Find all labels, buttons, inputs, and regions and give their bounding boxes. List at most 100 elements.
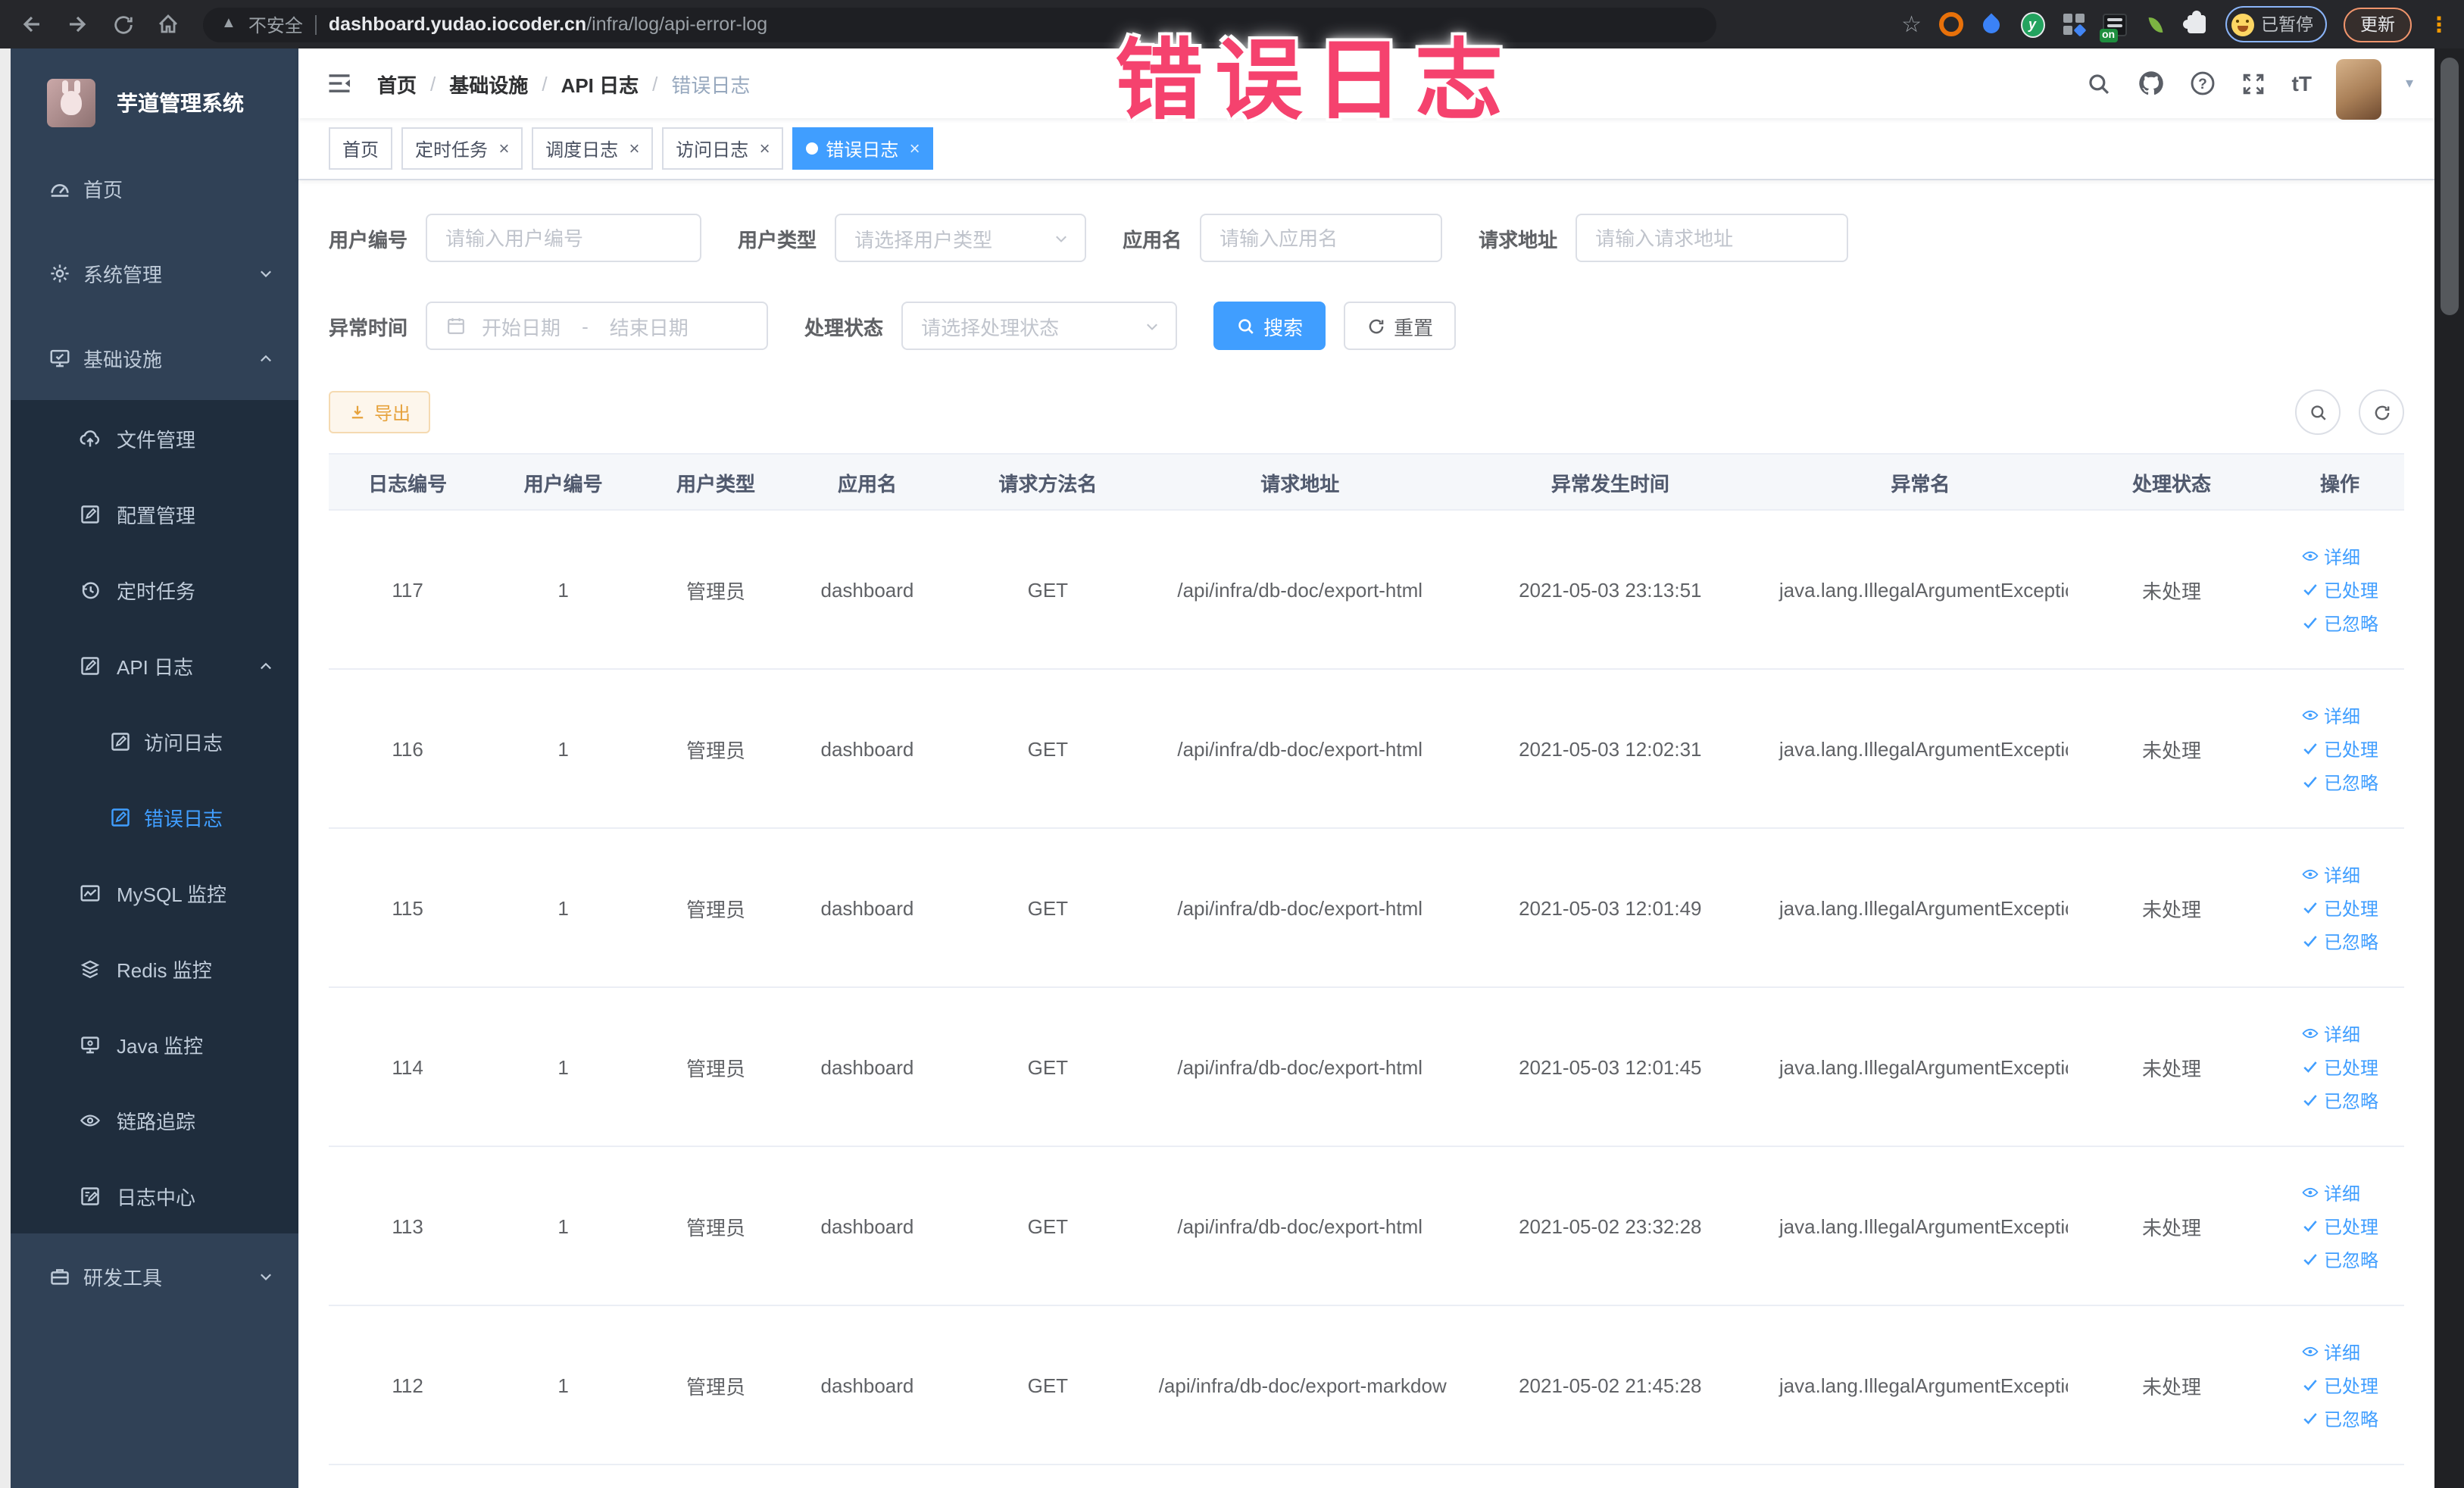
view-tab[interactable]: 首页 xyxy=(329,127,393,170)
search-button[interactable]: 搜索 xyxy=(1213,302,1326,350)
history-clock-icon xyxy=(77,577,101,602)
browser-menu-icon[interactable]: ⋮ xyxy=(2428,14,2450,35)
scrollbar-thumb[interactable] xyxy=(2441,58,2459,315)
page-url[interactable]: dashboard.yudao.iocoder.cn/infra/log/api… xyxy=(329,14,767,35)
error-log-table: 日志编号 用户编号 用户类型 应用名 请求方法名 请求地址 异常发生时间 异常名… xyxy=(329,453,2404,1465)
detail-link[interactable]: 详细 xyxy=(2301,702,2360,728)
detail-link[interactable]: 详细 xyxy=(2301,861,2360,887)
breadcrumb-home[interactable]: 首页 xyxy=(377,69,417,98)
url-path: /infra/log/api-error-log xyxy=(586,14,768,35)
detail-link[interactable]: 详细 xyxy=(2301,1021,2360,1046)
mark-processed-link[interactable]: 已处理 xyxy=(2301,1213,2378,1239)
sidebar-item-trace[interactable]: 链路追踪 xyxy=(11,1082,298,1158)
sidebar-item-infra[interactable]: 基础设施 xyxy=(11,315,298,400)
sidebar-item-scheduled-jobs[interactable]: 定时任务 xyxy=(11,552,298,627)
sidebar-item-home[interactable]: 首页 xyxy=(11,145,298,230)
extension-switch-icon[interactable]: on xyxy=(2099,12,2126,42)
extension-orange-ring-icon[interactable] xyxy=(1938,12,1963,36)
cell-time: 2021-05-02 23:32:28 xyxy=(1447,1146,1773,1306)
sidebar-item-access-log[interactable]: 访问日志 xyxy=(11,703,298,779)
browser-back-button[interactable] xyxy=(12,5,52,44)
detail-link[interactable]: 详细 xyxy=(2301,1339,2360,1365)
browser-forward-button[interactable] xyxy=(58,5,97,44)
mark-ignored-link[interactable]: 已忽略 xyxy=(2301,1246,2378,1272)
mark-ignored-link[interactable]: 已忽略 xyxy=(2301,610,2378,636)
security-label[interactable]: 不安全 xyxy=(248,11,303,37)
user-avatar[interactable] xyxy=(2335,59,2381,120)
view-tab[interactable]: 错误日志 × xyxy=(792,127,934,170)
reset-button[interactable]: 重置 xyxy=(1344,302,1457,350)
view-tab[interactable]: 访问日志 × xyxy=(662,127,784,170)
process-status-select[interactable]: 请选择处理状态 xyxy=(901,302,1178,350)
detail-link[interactable]: 详细 xyxy=(2301,543,2360,569)
browser-home-button[interactable] xyxy=(148,5,188,44)
detail-link[interactable]: 详细 xyxy=(2301,1180,2360,1205)
font-size-icon[interactable]: tT xyxy=(2292,71,2312,95)
check-icon xyxy=(2303,617,2317,629)
fullscreen-icon[interactable] xyxy=(2241,70,2268,97)
mark-ignored-link[interactable]: 已忽略 xyxy=(2301,769,2378,795)
filter-row-2: 异常时间 开始日期 - 结束日期 处理状态 请选择处理状态 搜索 重置 xyxy=(329,302,2404,350)
mark-processed-link[interactable]: 已处理 xyxy=(2301,736,2378,761)
browser-scrollbar[interactable] xyxy=(2434,48,2464,1488)
browser-reload-button[interactable] xyxy=(103,5,142,44)
header-search-icon[interactable] xyxy=(2086,70,2113,97)
check-icon xyxy=(2303,1380,2317,1391)
extension-blue-drop-icon[interactable] xyxy=(1979,12,2003,36)
view-tab[interactable]: 定时任务 × xyxy=(401,127,523,170)
sidebar-collapse-icon[interactable] xyxy=(323,67,356,100)
extension-green-y-icon[interactable]: y xyxy=(2020,11,2044,37)
filter-request-url: 请求地址 xyxy=(1479,214,1849,262)
date-range-picker[interactable]: 开始日期 - 结束日期 xyxy=(426,302,769,350)
mark-processed-link[interactable]: 已处理 xyxy=(2301,1372,2378,1398)
extension-sprout-icon[interactable] xyxy=(2143,12,2167,36)
cell-actions: 详细 已处理 已忽略 xyxy=(2275,987,2404,1147)
help-icon[interactable]: ? xyxy=(2189,70,2216,97)
mark-processed-link[interactable]: 已处理 xyxy=(2301,577,2378,602)
bookmark-star-icon[interactable]: ☆ xyxy=(1901,13,1922,36)
refresh-table-button[interactable] xyxy=(2359,389,2404,435)
close-tab-icon[interactable]: × xyxy=(629,139,639,158)
toggle-search-button[interactable] xyxy=(2295,389,2341,435)
sidebar-item-file-manage[interactable]: 文件管理 xyxy=(11,400,298,476)
mark-processed-link[interactable]: 已处理 xyxy=(2301,1054,2378,1080)
sidebar-item-devtools[interactable]: 研发工具 xyxy=(11,1233,298,1318)
export-button[interactable]: 导出 xyxy=(329,391,431,433)
check-icon xyxy=(2303,902,2317,914)
sidebar-item-system[interactable]: 系统管理 xyxy=(11,230,298,315)
profile-paused-chip[interactable]: 已暂停 xyxy=(2225,6,2327,42)
breadcrumb-infra[interactable]: 基础设施 xyxy=(449,69,528,98)
mark-ignored-link[interactable]: 已忽略 xyxy=(2301,1405,2378,1431)
user-id-input[interactable] xyxy=(426,214,702,262)
request-url-input[interactable] xyxy=(1576,214,1849,262)
extensions-puzzle-icon[interactable] xyxy=(2182,11,2208,36)
close-tab-icon[interactable]: × xyxy=(498,139,509,158)
close-tab-icon[interactable]: × xyxy=(759,139,770,158)
sidebar-item-config-manage[interactable]: 配置管理 xyxy=(11,476,298,552)
view-tab[interactable]: 调度日志 × xyxy=(532,127,654,170)
sidebar-item-api-log[interactable]: API 日志 xyxy=(11,627,298,703)
sidebar-item-java-monitor[interactable]: Java 监控 xyxy=(11,1006,298,1082)
col-exception: 异常名 xyxy=(1772,453,2068,511)
breadcrumb-api-log[interactable]: API 日志 xyxy=(561,69,639,98)
app-logo-row[interactable]: 芋道管理系统 xyxy=(11,48,298,145)
app-name-input[interactable] xyxy=(1200,214,1443,262)
end-date-placeholder: 结束日期 xyxy=(609,316,689,339)
mark-ignored-link[interactable]: 已忽略 xyxy=(2301,1087,2378,1113)
sidebar-item-log-center[interactable]: 日志中心 xyxy=(11,1158,298,1233)
mark-processed-link[interactable]: 已处理 xyxy=(2301,895,2378,921)
browser-update-button[interactable]: 更新 xyxy=(2344,7,2412,42)
caret-down-icon[interactable]: ▾ xyxy=(2406,75,2413,92)
sidebar-item-mysql-monitor[interactable]: MySQL 监控 xyxy=(11,855,298,930)
cell-actions: 详细 已处理 已忽略 xyxy=(2275,1305,2404,1465)
table-row: 112 1 管理员 dashboard GET /api/infra/db-do… xyxy=(329,1305,2404,1465)
mark-ignored-link[interactable]: 已忽略 xyxy=(2301,928,2378,954)
cell-user-type: 管理员 xyxy=(639,1305,792,1465)
sidebar-item-error-log[interactable]: 错误日志 xyxy=(11,779,298,855)
close-tab-icon[interactable]: × xyxy=(909,139,920,158)
sidebar-item-redis-monitor[interactable]: Redis 监控 xyxy=(11,930,298,1006)
github-icon[interactable] xyxy=(2138,70,2165,97)
chevron-up-icon xyxy=(258,657,274,674)
extension-grid-icon[interactable] xyxy=(2061,12,2086,37)
user-type-select[interactable]: 请选择用户类型 xyxy=(835,214,1087,262)
